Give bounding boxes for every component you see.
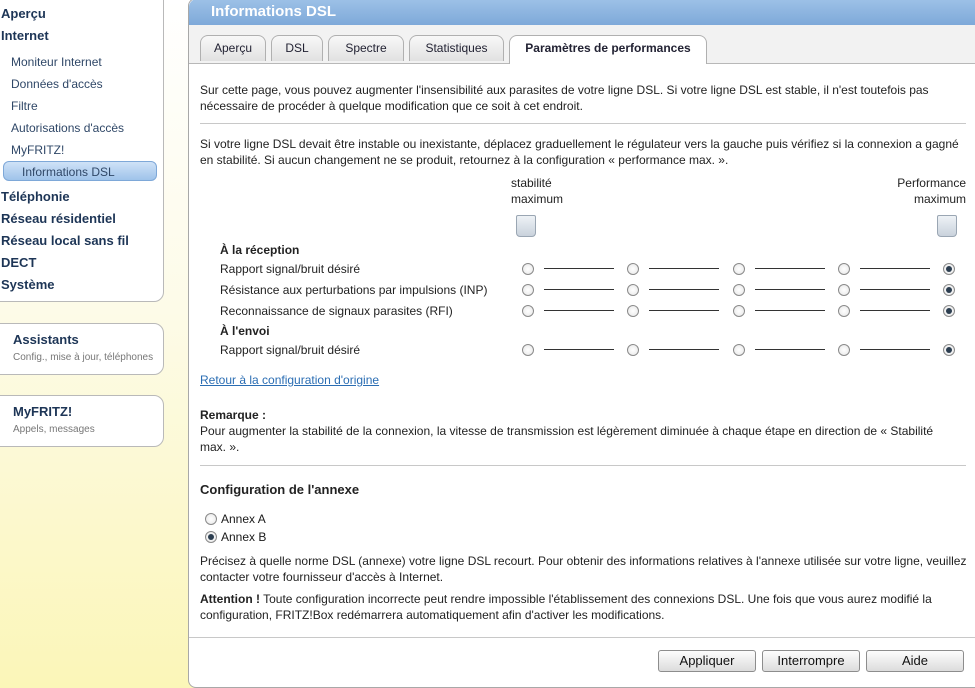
sidebar-nav: Aperçu Internet Moniteur Internet Donnée… <box>0 0 164 302</box>
sidebar-item-informations-dsl[interactable]: Informations DSL <box>3 161 157 181</box>
tab-parametres-performances[interactable]: Paramètres de performances <box>509 35 707 64</box>
help-button[interactable]: Aide <box>866 650 964 672</box>
attention-body: Toute configuration incorrecte peut rend… <box>200 592 932 622</box>
slider-track-send-0-1 <box>649 349 719 350</box>
slider-track-reception-2-2 <box>755 310 825 311</box>
slider-radio-reception-2-4[interactable] <box>943 305 955 317</box>
footer-divider <box>189 637 975 638</box>
tab-statistiques[interactable]: Statistiques <box>409 35 504 61</box>
slider-label-stability: stabilité maximum <box>511 175 563 207</box>
slider-label-stability-line1: stabilité <box>511 176 552 190</box>
attention-text: Attention ! Toute configuration incorrec… <box>200 591 960 623</box>
slider-track-reception-2-3 <box>860 310 930 311</box>
slider-track-send-0-3 <box>860 349 930 350</box>
sidebar-item-dect[interactable]: DECT <box>1 255 36 270</box>
slider-radio-reception-1-2[interactable] <box>733 284 745 296</box>
slider-radio-reception-1-3[interactable] <box>838 284 850 296</box>
slider-marker-left <box>516 215 536 237</box>
slider-track-reception-2-0 <box>544 310 614 311</box>
slider-track-reception-0-0 <box>544 268 614 269</box>
sidebar-item-wlan[interactable]: Réseau local sans fil <box>1 233 129 248</box>
sidebar-item-filtre[interactable]: Filtre <box>11 99 38 113</box>
main-panel: Informations DSL Aperçu DSL Spectre Stat… <box>188 0 975 688</box>
slider-radio-reception-0-2[interactable] <box>733 263 745 275</box>
slider-radio-send-0-3[interactable] <box>838 344 850 356</box>
remark-title: Remarque : <box>200 408 267 422</box>
tab-apercu[interactable]: Aperçu <box>200 35 266 61</box>
slider-label-performance-line1: Performance <box>897 176 966 190</box>
slider-radio-reception-2-2[interactable] <box>733 305 745 317</box>
slider-marker-right <box>937 215 957 237</box>
slider-radio-reception-1-0[interactable] <box>522 284 534 296</box>
slider-radio-reception-2-1[interactable] <box>627 305 639 317</box>
sidebar-item-moniteur-internet[interactable]: Moniteur Internet <box>11 55 102 69</box>
reception-title: À la réception <box>220 243 300 257</box>
tab-bar: Aperçu DSL Spectre Statistiques Paramètr… <box>189 25 975 64</box>
assistants-title: Assistants <box>13 332 79 347</box>
sidebar-item-telephonie[interactable]: Téléphonie <box>1 189 70 204</box>
intro-text-2: Si votre ligne DSL devait être instable … <box>200 137 959 167</box>
tab-dsl[interactable]: DSL <box>271 35 323 61</box>
sidebar-item-apercu[interactable]: Aperçu <box>1 6 46 21</box>
slider-track-reception-2-1 <box>649 310 719 311</box>
slider-radio-reception-0-1[interactable] <box>627 263 639 275</box>
divider <box>200 123 966 124</box>
myfritz-title: MyFRITZ! <box>13 404 73 419</box>
slider-label-performance: Performance maximum <box>872 175 966 207</box>
panel-header: Informations DSL <box>189 0 975 25</box>
sidebar-item-autorisations[interactable]: Autorisations d'accès <box>11 121 124 135</box>
send-title: À l'envoi <box>220 324 270 338</box>
slider-radio-reception-0-4[interactable] <box>943 263 955 275</box>
slider-radio-send-0-4[interactable] <box>943 344 955 356</box>
page-title: Informations DSL <box>211 3 337 20</box>
assistants-subtitle: Config., mise à jour, téléphones <box>13 352 154 363</box>
attention-label: Attention ! <box>200 592 260 606</box>
slider-track-reception-0-3 <box>860 268 930 269</box>
annex-b-radio[interactable] <box>205 531 217 543</box>
myfritz-box[interactable]: MyFRITZ! Appels, messages <box>0 395 164 447</box>
slider-label-performance-line2: maximum <box>913 192 966 206</box>
row-label-reception-2: Reconnaissance de signaux parasites (RFI… <box>220 304 453 318</box>
annex-a-label: Annex A <box>221 512 266 526</box>
intro-text-1: Sur cette page, vous pouvez augmenter l'… <box>200 83 929 113</box>
slider-radio-send-0-1[interactable] <box>627 344 639 356</box>
slider-radio-reception-0-0[interactable] <box>522 263 534 275</box>
sidebar-item-internet[interactable]: Internet <box>1 28 49 43</box>
slider-track-reception-0-1 <box>649 268 719 269</box>
row-label-send-0: Rapport signal/bruit désiré <box>220 343 361 357</box>
slider-label-stability-line2: maximum <box>511 192 564 206</box>
slider-radio-send-0-2[interactable] <box>733 344 745 356</box>
slider-track-reception-1-0 <box>544 289 614 290</box>
sidebar-item-systeme[interactable]: Système <box>1 277 54 292</box>
tab-spectre[interactable]: Spectre <box>328 35 404 61</box>
slider-radio-reception-1-4[interactable] <box>943 284 955 296</box>
sidebar-item-donnees-acces[interactable]: Données d'accès <box>11 77 103 91</box>
annex-text: Précisez à quelle norme DSL (annexe) vot… <box>200 554 967 584</box>
slider-track-reception-1-3 <box>860 289 930 290</box>
slider-radio-reception-2-0[interactable] <box>522 305 534 317</box>
slider-radio-reception-1-1[interactable] <box>627 284 639 296</box>
sidebar-item-reseau-residentiel[interactable]: Réseau résidentiel <box>1 211 116 226</box>
divider-2 <box>200 465 966 466</box>
assistants-box[interactable]: Assistants Config., mise à jour, télépho… <box>0 323 164 375</box>
slider-track-reception-1-2 <box>755 289 825 290</box>
annex-title: Configuration de l'annexe <box>200 482 360 497</box>
row-label-reception-0: Rapport signal/bruit désiré <box>220 262 361 276</box>
slider-radio-send-0-0[interactable] <box>522 344 534 356</box>
annex-b-label: Annex B <box>221 530 267 544</box>
remark-text: Pour augmenter la stabilité de la connex… <box>200 424 934 454</box>
cancel-button[interactable]: Interrompre <box>762 650 860 672</box>
slider-track-send-0-2 <box>755 349 825 350</box>
apply-button[interactable]: Appliquer <box>658 650 756 672</box>
slider-radio-reception-0-3[interactable] <box>838 263 850 275</box>
slider-track-reception-1-1 <box>649 289 719 290</box>
slider-track-send-0-0 <box>544 349 614 350</box>
myfritz-subtitle: Appels, messages <box>13 424 95 435</box>
annex-a-radio[interactable] <box>205 513 217 525</box>
slider-radio-reception-2-3[interactable] <box>838 305 850 317</box>
reset-config-link[interactable]: Retour à la configuration d'origine <box>200 373 379 387</box>
slider-track-reception-0-2 <box>755 268 825 269</box>
sidebar-item-myfritz[interactable]: MyFRITZ! <box>11 143 64 157</box>
row-label-reception-1: Résistance aux perturbations par impulsi… <box>220 283 488 297</box>
